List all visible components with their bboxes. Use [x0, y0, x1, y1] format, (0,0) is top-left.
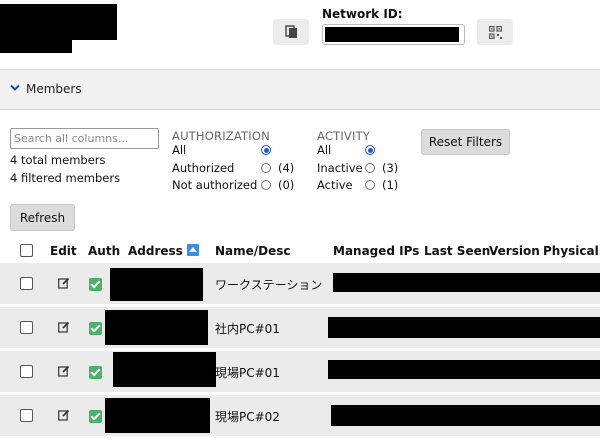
redacted-network-id: [325, 27, 459, 42]
redacted-member-details: [333, 273, 600, 292]
chevron-down-icon: [10, 84, 20, 91]
row-select-checkbox[interactable]: [20, 409, 33, 422]
auth-filter-not-authorized-label: Not authorized: [172, 178, 258, 192]
qr-code-button[interactable]: [477, 19, 513, 45]
reset-filters-button[interactable]: Reset Filters: [421, 129, 510, 155]
auth-filter-not-authorized-radio[interactable]: [261, 180, 271, 190]
member-name: 現場PC#01: [215, 366, 280, 380]
redacted-logo-lower: [0, 38, 72, 53]
member-name: ワークステーション: [215, 278, 323, 292]
members-table-header: Edit Auth Address Name/Desc Managed IPs …: [0, 240, 600, 263]
auth-filter-authorized-label: Authorized: [172, 161, 235, 175]
table-row[interactable]: ワークステーション: [0, 263, 600, 304]
redacted-address: [105, 310, 208, 345]
table-row[interactable]: 現場PC#02: [0, 395, 600, 436]
auth-filter-authorized-radio[interactable]: [261, 163, 271, 173]
col-name-desc: Name/Desc: [215, 244, 291, 258]
authorization-filter-title: AUTHORIZATION: [172, 129, 270, 143]
auth-filter-all-radio[interactable]: [261, 145, 271, 155]
edit-icon[interactable]: [58, 365, 70, 377]
edit-icon[interactable]: [58, 321, 70, 333]
qr-code-icon: [488, 25, 502, 39]
auth-checkbox-checked[interactable]: [89, 322, 102, 335]
col-auth: Auth: [88, 244, 121, 258]
activity-filter-active-label: Active: [317, 178, 353, 192]
filtered-members-count: 4 filtered members: [10, 171, 121, 185]
col-version: Version: [489, 244, 540, 258]
col-physical-ip: Physical IP: [543, 244, 600, 258]
row-select-checkbox[interactable]: [20, 321, 33, 334]
col-edit: Edit: [50, 244, 77, 258]
redacted-address: [110, 268, 203, 301]
redacted-member-details: [331, 405, 600, 426]
copy-icon: [284, 25, 297, 38]
total-members-count: 4 total members: [10, 153, 106, 167]
redacted-address: [113, 352, 216, 387]
network-id-field[interactable]: [322, 24, 465, 45]
activity-filter-all-label: All: [317, 143, 332, 157]
select-all-checkbox[interactable]: [20, 244, 33, 257]
auth-filter-authorized-count: (4): [278, 161, 295, 175]
member-name: 社内PC#01: [215, 322, 280, 336]
copy-network-id-button[interactable]: [273, 19, 309, 45]
table-row[interactable]: 社内PC#01: [0, 307, 600, 348]
col-last-seen: Last Seen: [424, 244, 491, 258]
activity-filter-inactive-label: Inactive: [317, 161, 363, 175]
row-select-checkbox[interactable]: [20, 277, 33, 290]
redacted-member-details: [328, 360, 600, 379]
row-select-checkbox[interactable]: [20, 365, 33, 378]
redacted-logo: [0, 4, 117, 40]
edit-icon[interactable]: [58, 409, 70, 421]
auth-checkbox-checked[interactable]: [89, 278, 102, 291]
activity-filter-active-count: (1): [382, 178, 399, 192]
members-section-title: Members: [26, 82, 82, 96]
col-managed-ips: Managed IPs: [333, 244, 420, 258]
members-section-header[interactable]: Members: [0, 69, 600, 110]
activity-filter-title: ACTIVITY: [317, 129, 371, 143]
auth-checkbox-checked[interactable]: [89, 410, 102, 423]
sort-ascending-icon[interactable]: [186, 244, 199, 256]
auth-checkbox-checked[interactable]: [89, 366, 102, 379]
refresh-button[interactable]: Refresh: [10, 204, 75, 231]
activity-filter-inactive-radio[interactable]: [365, 163, 375, 173]
member-name: 現場PC#02: [215, 410, 280, 424]
edit-icon[interactable]: [58, 277, 70, 289]
auth-filter-not-authorized-count: (0): [278, 178, 295, 192]
activity-filter-inactive-count: (3): [382, 161, 399, 175]
col-address[interactable]: Address: [128, 244, 199, 258]
table-row[interactable]: 現場PC#01: [0, 351, 600, 392]
search-input[interactable]: [10, 128, 159, 149]
redacted-address: [105, 398, 210, 433]
activity-filter-all-radio[interactable]: [365, 145, 375, 155]
activity-filter-active-radio[interactable]: [365, 180, 375, 190]
redacted-member-details: [328, 317, 600, 338]
network-id-label: Network ID:: [322, 7, 403, 21]
auth-filter-all-label: All: [172, 143, 187, 157]
col-address-label: Address: [128, 244, 183, 258]
